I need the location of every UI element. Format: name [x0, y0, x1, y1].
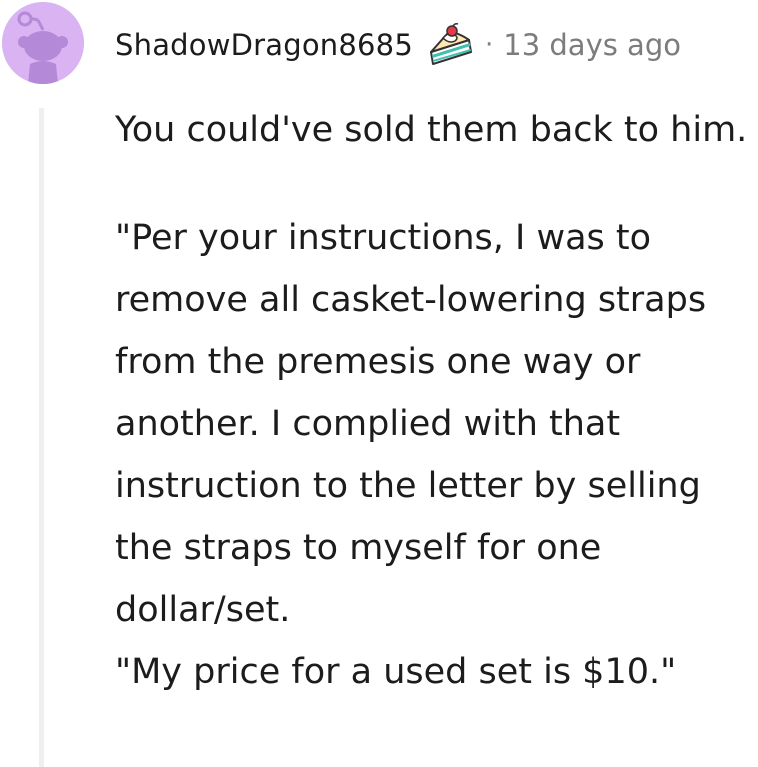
timestamp-link[interactable]: 13 days ago	[503, 28, 681, 62]
username-link[interactable]: ShadowDragon8685	[115, 28, 413, 62]
avatar[interactable]	[2, 2, 84, 84]
comment-paragraph: You could've sold them back to him.	[115, 110, 748, 150]
reddit-snoo-avatar-icon	[2, 2, 84, 84]
comment-body: You could've sold them back to him. "Per…	[115, 99, 755, 703]
comment-paragraph: "My price for a used set is $10."	[115, 652, 677, 692]
comment-header: ShadowDragon8685 · 13 days ago	[115, 22, 681, 68]
cake-slice-icon	[425, 22, 475, 68]
thread-collapse-line[interactable]	[39, 108, 44, 767]
comment: ShadowDragon8685 · 13 days ago You could…	[0, 0, 758, 767]
comment-paragraph: "Per your instructions, I was to remove …	[115, 218, 707, 630]
meta-separator: ·	[485, 30, 494, 60]
